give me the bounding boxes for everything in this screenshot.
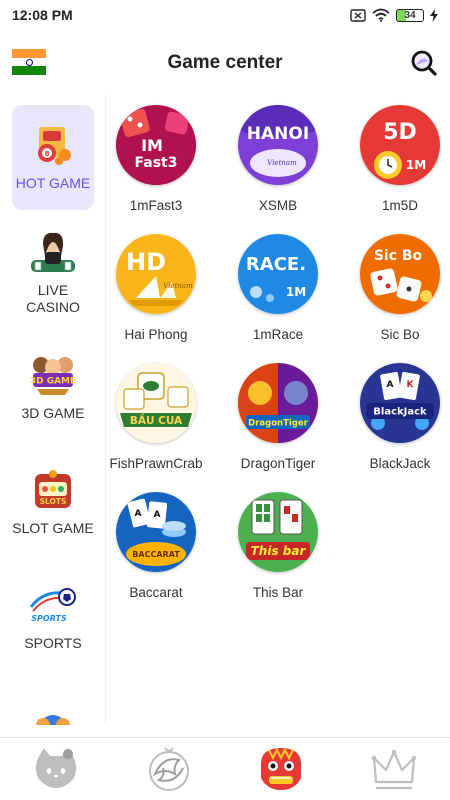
game-1mrace[interactable]: RACE. 1M 1mRace (228, 234, 328, 343)
category-sidebar: 8 HOT GAME LIVE CASINO 3D GAME 3D GAME S… (0, 95, 106, 725)
sidebar-item-label: SLOT GAME (12, 520, 94, 536)
blackjack-icon: A K BlackJack (360, 363, 440, 443)
game-xsmb[interactable]: HANOI Vietnam XSMB (228, 105, 328, 214)
1mrace-icon: RACE. 1M (238, 234, 318, 314)
game-name: 1m5D (381, 198, 418, 213)
sidebar-item-label: LIVE CASINO (26, 281, 80, 315)
koi-fish-icon (148, 747, 189, 791)
charging-bolt-icon (430, 8, 438, 22)
sidebar-item-label: 3D GAME (21, 405, 85, 421)
svg-text:A: A (387, 380, 394, 390)
art-text: 1M (286, 285, 306, 299)
game-blackjack[interactable]: A K BlackJack BlackJack (350, 363, 450, 472)
search-icon[interactable] (408, 47, 438, 77)
1mfast3-icon: IM Fast3 (116, 105, 196, 185)
art-text: 1M (406, 158, 426, 172)
kitty-icon (36, 748, 77, 788)
art-text: Vietnam (163, 282, 193, 290)
art-text: This bar (251, 544, 307, 558)
nav-item-koi[interactable] (113, 738, 226, 800)
hai-phong-icon: HD Vietnam (116, 234, 196, 314)
art-text: HANOI (247, 124, 309, 144)
sidebar-item-label: HOT GAME (15, 175, 91, 191)
art-text: HD (126, 248, 166, 276)
slot-game-icon: SLOTS (35, 470, 71, 508)
game-baccarat[interactable]: A A BACCARAT Baccarat (106, 492, 206, 601)
sports-icon-text: SPORTS (31, 614, 67, 623)
page-title: Game center (167, 51, 283, 73)
header: Game center (0, 30, 450, 95)
sic-bo-icon: Sic Bo (360, 234, 440, 314)
status-time: 12:08 PM (12, 7, 73, 23)
status-bar: 12:08 PM 34 (0, 0, 450, 30)
sidebar-item-3d-game[interactable]: 3D GAME 3D GAME (12, 335, 94, 440)
art-text: Vietnam (267, 159, 297, 167)
status-icons: 34 (350, 8, 438, 22)
game-1mfast3[interactable]: IM Fast3 1mFast3 (106, 105, 206, 214)
sidebar-item-sports[interactable]: SPORTS SPORTS (12, 565, 94, 670)
bottom-nav (0, 737, 450, 800)
game-name: Baccarat (129, 585, 183, 600)
dragontiger-icon: DragonTiger (238, 363, 318, 443)
svg-text:A: A (135, 509, 142, 519)
nav-item-crown[interactable] (338, 738, 450, 800)
crown-icon (371, 749, 416, 790)
sports-icon: SPORTS (29, 588, 76, 623)
game-name: FishPrawnCrab (109, 456, 203, 471)
game-dragontiger[interactable]: DragonTiger DragonTiger (228, 363, 328, 472)
art-text: BlackJack (373, 407, 427, 418)
game-name: BlackJack (369, 456, 431, 471)
game-name: This Bar (252, 585, 304, 600)
nav-item-lion-dance[interactable] (225, 738, 338, 800)
baccarat-icon: A A BACCARAT (116, 492, 196, 572)
battery-indicator: 34 (396, 8, 424, 22)
svg-text:8: 8 (45, 150, 50, 158)
xsmb-icon: HANOI Vietnam (238, 105, 318, 185)
game-1m5d[interactable]: 5D 1M 1m5D (350, 105, 450, 214)
art-text: Sic Bo (374, 248, 423, 264)
lion-dance-icon (261, 747, 302, 790)
game-name: 1mRace (252, 327, 304, 342)
art-text: BẦU CUA (130, 413, 183, 427)
nav-item-kitty[interactable] (0, 738, 113, 800)
art-text: BACCARAT (132, 550, 180, 559)
live-casino-icon (31, 232, 75, 272)
game-name: XSMB (258, 198, 298, 213)
art-text: RACE. (246, 254, 306, 275)
svg-text:A: A (154, 510, 161, 520)
game-name: Sic Bo (380, 327, 420, 342)
fishprawncrab-icon: BẦU CUA (116, 363, 196, 443)
this-bar-icon: This bar (238, 492, 318, 572)
art-text: IM (141, 136, 163, 155)
sidebar-item-slot-game[interactable]: SLOTS SLOT GAME (12, 450, 94, 555)
hot-game-icon: 8 (38, 127, 71, 165)
game-hai-phong[interactable]: HD Vietnam Hai Phong (106, 234, 206, 343)
game-sic-bo[interactable]: Sic Bo Sic Bo (350, 234, 450, 343)
game-grid: IM Fast3 1mFast3 HANOI Vietnam XSMB 5D 1… (106, 95, 450, 725)
art-text: 5D (383, 120, 417, 145)
3d-game-icon: 3D GAME (30, 357, 76, 395)
no-sim-icon (350, 8, 366, 22)
game-name: DragonTiger (240, 456, 316, 471)
1m5d-icon: 5D 1M (360, 105, 440, 185)
game-fishprawncrab[interactable]: BẦU CUA FishPrawnCrab (106, 363, 206, 472)
sidebar-item-live-casino[interactable]: LIVE CASINO (12, 220, 94, 325)
game-name: Hai Phong (124, 327, 188, 342)
game-this-bar[interactable]: This bar This Bar (228, 492, 328, 601)
wifi-icon (372, 8, 390, 22)
3d-game-icon-text: 3D GAME (30, 377, 76, 387)
sidebar-item-label: SPORTS (24, 635, 82, 651)
game-name: 1mFast3 (129, 198, 183, 213)
svg-text:K: K (407, 380, 415, 390)
sidebar-item-more[interactable] (12, 680, 94, 725)
art-text: DragonTiger (248, 419, 309, 429)
art-text: Fast3 (135, 155, 178, 171)
sidebar-item-hot-game[interactable]: 8 HOT GAME (12, 105, 94, 210)
india-flag-icon[interactable] (12, 49, 46, 76)
more-category-icon (36, 714, 70, 725)
slots-icon-text: SLOTS (40, 497, 67, 506)
